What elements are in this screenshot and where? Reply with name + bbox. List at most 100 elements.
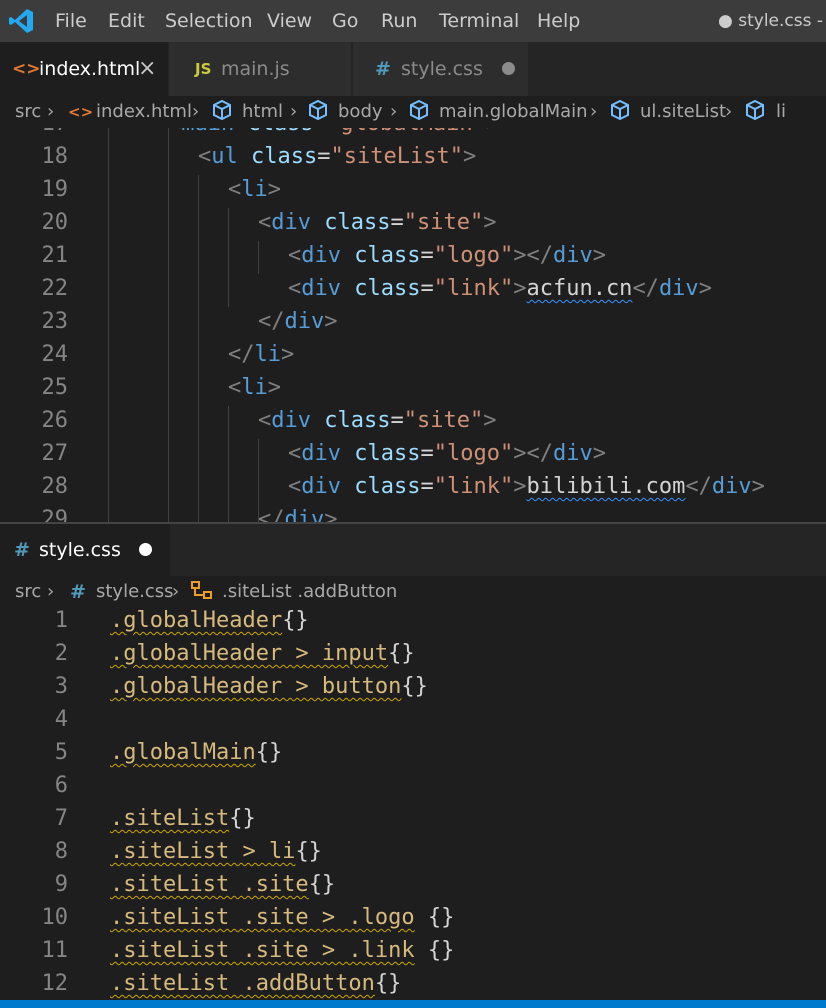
- breadcrumb-item[interactable]: li: [776, 96, 786, 128]
- breadcrumb-item[interactable]: style.css: [96, 576, 174, 608]
- indent-guide: [258, 241, 259, 274]
- tab-style-css[interactable]: # style.css: [352, 42, 528, 96]
- code-line: <li>: [228, 177, 281, 202]
- html-editor[interactable]: 17 <main class="globalMain"> 18 <ul class="…: [0, 128, 826, 522]
- line-number: 6: [54, 773, 68, 798]
- cube-icon: [307, 96, 329, 128]
- menu-view[interactable]: View: [267, 0, 312, 42]
- code-line: .siteList .site{}: [110, 872, 336, 897]
- code-line: <li>: [228, 375, 281, 400]
- chevron-right-icon: ›: [390, 101, 398, 122]
- code-line: <div class="logo"></div>: [288, 441, 606, 466]
- line-number: 2: [54, 641, 68, 666]
- tab-style-css-bottom[interactable]: # style.css: [0, 524, 170, 576]
- menu-terminal[interactable]: Terminal: [439, 0, 519, 42]
- status-bar: [0, 1000, 826, 1008]
- editor-tab-bar-bottom: # style.css: [0, 524, 826, 576]
- tab-main-js[interactable]: JS main.js: [168, 42, 351, 96]
- unsaved-dot-icon[interactable]: [139, 543, 152, 556]
- code-line: </li>: [228, 342, 295, 367]
- css-file-icon: #: [375, 58, 391, 80]
- line-number: 4: [54, 707, 68, 732]
- code-line: .siteList .site > .logo {}: [110, 905, 455, 930]
- chevron-right-icon: ›: [725, 101, 733, 122]
- cube-icon: [408, 96, 430, 128]
- vscode-logo-icon: [9, 9, 33, 33]
- breadcrumb-item[interactable]: index.html: [96, 96, 192, 128]
- breadcrumb-bottom: src › # style.css › .siteList .addButton: [0, 576, 826, 608]
- indent-guide: [198, 175, 199, 522]
- chevron-right-icon: ›: [290, 101, 298, 122]
- code-line: .globalHeader > button{}: [110, 674, 428, 699]
- css-file-icon: #: [70, 581, 86, 603]
- menu-file[interactable]: File: [55, 0, 87, 42]
- code-line: .siteList{}: [110, 806, 256, 831]
- code-line: .globalHeader > input{}: [110, 641, 415, 666]
- editor-tab-bar: <> index.html × JS main.js # style.css: [0, 42, 826, 96]
- line-number: 12: [41, 971, 69, 996]
- menu-bar: File Edit Selection View Go Run Terminal…: [0, 0, 826, 42]
- line-number: 20: [41, 210, 69, 235]
- code-line: .globalHeader{}: [110, 608, 309, 633]
- close-icon[interactable]: ×: [138, 42, 156, 96]
- chevron-right-icon: ›: [47, 581, 55, 602]
- breadcrumb-item[interactable]: ul.siteList: [640, 96, 726, 128]
- chevron-right-icon: ›: [590, 101, 598, 122]
- tab-index-html[interactable]: <> index.html ×: [0, 42, 168, 96]
- chevron-right-icon: ›: [192, 101, 200, 122]
- menu-run[interactable]: Run: [381, 0, 417, 42]
- tab-label: style.css: [39, 539, 121, 561]
- breadcrumb: src › <> index.html › html › body › main…: [0, 96, 826, 128]
- line-number: 23: [41, 309, 69, 334]
- line-number: 8: [54, 839, 68, 864]
- breadcrumb-item[interactable]: src: [15, 96, 41, 128]
- line-number: 19: [41, 177, 69, 202]
- breadcrumb-item[interactable]: body: [338, 96, 383, 128]
- indent-guide: [228, 208, 229, 307]
- line-number: 10: [41, 905, 69, 930]
- menu-selection[interactable]: Selection: [165, 0, 253, 42]
- code-line: </div>: [258, 309, 338, 334]
- menu-go[interactable]: Go: [332, 0, 358, 42]
- line-number: 25: [41, 375, 69, 400]
- css-file-icon: #: [14, 539, 30, 561]
- chevron-right-icon: ›: [172, 581, 180, 602]
- chevron-right-icon: ›: [47, 101, 55, 122]
- css-selector-icon: [190, 576, 214, 608]
- cube-icon: [609, 96, 631, 128]
- line-number: 21: [41, 243, 69, 268]
- css-editor[interactable]: 1 .globalHeader{} 2 .globalHeader > input{}…: [0, 608, 826, 1000]
- tab-label: style.css: [401, 58, 483, 80]
- line-number: 28: [41, 474, 69, 499]
- cube-icon: [744, 96, 766, 128]
- code-line: .siteList .addButton{}: [110, 971, 402, 996]
- code-line: </div>: [258, 507, 338, 522]
- menu-help[interactable]: Help: [537, 0, 580, 42]
- cube-icon: [211, 96, 233, 128]
- tab-label: index.html: [39, 58, 141, 80]
- html-file-icon: <>: [12, 59, 41, 79]
- line-number: 27: [41, 441, 69, 466]
- code-line: <ul class="siteList">: [198, 144, 477, 169]
- breadcrumb-item[interactable]: main.globalMain: [439, 96, 588, 128]
- menu-edit[interactable]: Edit: [108, 0, 145, 42]
- code-line: <div class="site">: [258, 408, 497, 433]
- breadcrumb-item[interactable]: src: [15, 576, 41, 608]
- js-file-icon: JS: [195, 60, 212, 78]
- line-number: 17: [6, 128, 69, 136]
- line-number: 26: [41, 408, 69, 433]
- unsaved-dot-icon[interactable]: [502, 62, 515, 75]
- line-number: 22: [41, 276, 69, 301]
- breadcrumb-item[interactable]: html: [242, 96, 283, 128]
- code-line: <div class="link">acfun.cn</div>: [288, 276, 712, 301]
- line-number: 1: [54, 608, 68, 633]
- code-line: .siteList .site > .link {}: [110, 938, 455, 963]
- line-number: 3: [54, 674, 68, 699]
- code-line: <div class="link">bilibili.com</div>: [288, 474, 765, 499]
- line-number: 18: [41, 144, 69, 169]
- line-number: 7: [54, 806, 68, 831]
- code-line: .siteList > li{}: [110, 839, 322, 864]
- breadcrumb-item[interactable]: .siteList .addButton: [222, 576, 397, 608]
- tab-label: main.js: [221, 58, 290, 80]
- line-number: 11: [41, 938, 69, 963]
